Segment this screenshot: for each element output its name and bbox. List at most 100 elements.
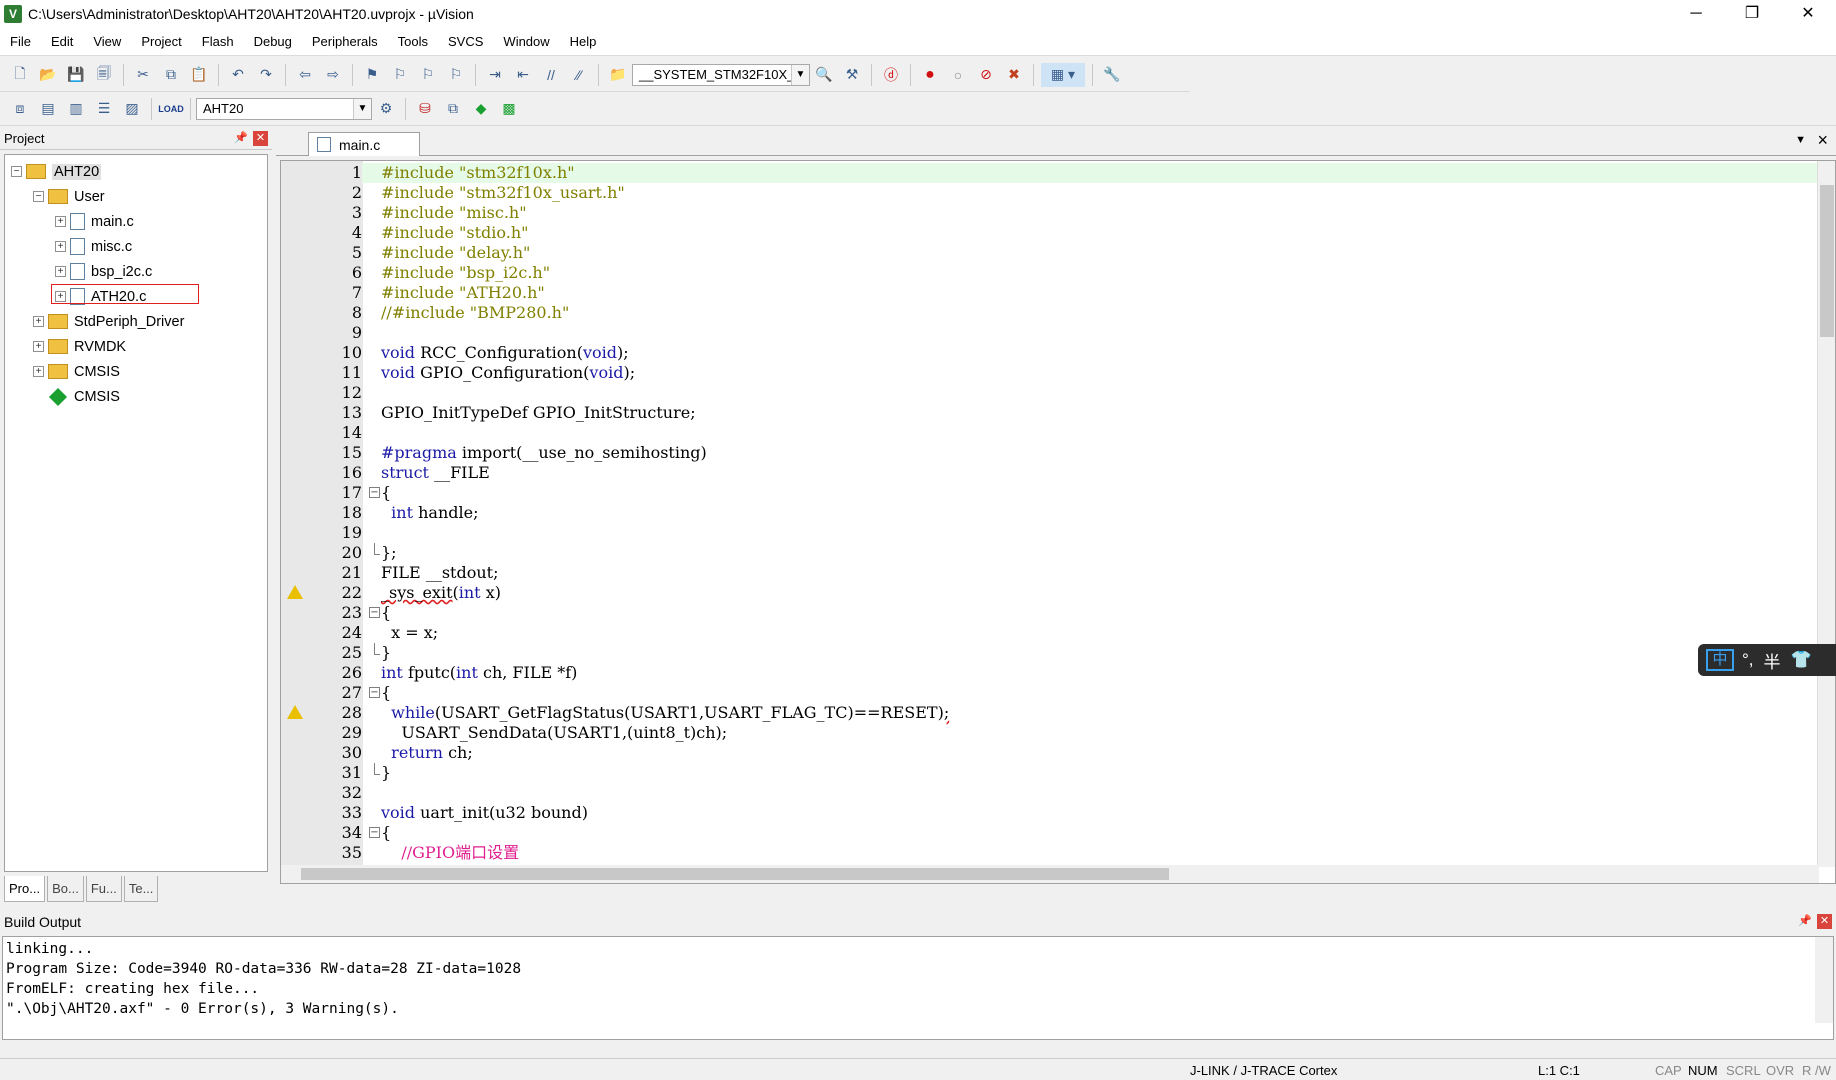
- ime-punctuation[interactable]: °,: [1742, 650, 1754, 670]
- code-line[interactable]: 31}: [281, 763, 1817, 783]
- download-icon[interactable]: LOAD: [158, 97, 184, 121]
- collapse-icon[interactable]: −: [33, 191, 44, 202]
- horizontal-scrollbar[interactable]: [281, 865, 1819, 883]
- menu-tools[interactable]: Tools: [388, 34, 438, 49]
- find-icon[interactable]: 🔍: [812, 63, 836, 87]
- bookmark-next-icon[interactable]: ⚐: [416, 63, 440, 87]
- code-line[interactable]: 22 _sys_exit(int x): [281, 583, 1817, 603]
- warning-icon[interactable]: [287, 585, 303, 599]
- bookmark-toggle-icon[interactable]: ⚑: [360, 63, 384, 87]
- configure-icon[interactable]: 🔧: [1100, 63, 1124, 87]
- close-tab-icon[interactable]: ×: [1817, 130, 1828, 151]
- code-line[interactable]: 34−{: [281, 823, 1817, 843]
- enable-breakpoint-icon[interactable]: ○: [946, 63, 970, 87]
- tree-node-cmsis-folder[interactable]: + CMSIS: [5, 359, 267, 384]
- bookmark-prev-icon[interactable]: ⚐: [388, 63, 412, 87]
- code-line[interactable]: 24 x = x;: [281, 623, 1817, 643]
- start-debug-icon[interactable]: ⓓ: [879, 63, 903, 87]
- tree-node-user[interactable]: − User: [5, 184, 267, 209]
- menu-debug[interactable]: Debug: [244, 34, 302, 49]
- redo-icon[interactable]: ↷: [254, 63, 278, 87]
- code-line[interactable]: 9: [281, 323, 1817, 343]
- ime-skin-icon[interactable]: 👕: [1791, 650, 1812, 670]
- uncomment-icon[interactable]: ⁄⁄: [567, 63, 591, 87]
- close-panel-icon[interactable]: ✕: [253, 131, 268, 146]
- collapse-icon[interactable]: −: [11, 166, 22, 177]
- copy-icon[interactable]: ⧉: [159, 63, 183, 87]
- tab-main-c[interactable]: main.c: [308, 132, 420, 156]
- paste-icon[interactable]: 📋: [187, 63, 211, 87]
- ime-toolbar[interactable]: 中 °, 半 👕: [1698, 644, 1836, 676]
- menu-peripherals[interactable]: Peripherals: [302, 34, 388, 49]
- cut-icon[interactable]: ✂: [131, 63, 155, 87]
- fold-toggle-icon[interactable]: −: [369, 607, 380, 618]
- tree-node-stdperiph[interactable]: + StdPeriph_Driver: [5, 309, 267, 334]
- menu-project[interactable]: Project: [131, 34, 191, 49]
- pin-icon[interactable]: 📌: [1798, 914, 1812, 927]
- expand-icon[interactable]: +: [33, 341, 44, 352]
- tab-books[interactable]: Bo...: [47, 876, 84, 902]
- code-line[interactable]: 29 USART_SendData(USART1,(uint8_t)ch);: [281, 723, 1817, 743]
- fold-toggle-icon[interactable]: −: [369, 827, 380, 838]
- bookmark-clear-icon[interactable]: ⚐: [444, 63, 468, 87]
- expand-icon[interactable]: +: [55, 241, 66, 252]
- chevron-down-icon[interactable]: ▼: [353, 98, 371, 119]
- fold-toggle-icon[interactable]: −: [369, 487, 380, 498]
- disable-all-breakpoints-icon[interactable]: ⊘: [974, 63, 998, 87]
- expand-icon[interactable]: +: [33, 316, 44, 327]
- menu-file[interactable]: File: [0, 34, 41, 49]
- manage-runtime-icon[interactable]: ◆: [469, 97, 493, 121]
- insert-breakpoint-icon[interactable]: ●: [918, 63, 942, 87]
- tree-node-bsp-i2c-c[interactable]: + bsp_i2c.c: [5, 259, 267, 284]
- code-line[interactable]: 7 #include "ATH20.h": [281, 283, 1817, 303]
- tree-node-ath20-c[interactable]: + ATH20.c: [5, 284, 267, 309]
- code-line[interactable]: 19: [281, 523, 1817, 543]
- chevron-down-icon[interactable]: ▼: [791, 64, 809, 85]
- vertical-scrollbar[interactable]: [1817, 161, 1835, 867]
- menu-edit[interactable]: Edit: [41, 34, 83, 49]
- code-line[interactable]: 3 #include "misc.h": [281, 203, 1817, 223]
- code-line[interactable]: 20};: [281, 543, 1817, 563]
- code-line[interactable]: 27−{: [281, 683, 1817, 703]
- menu-view[interactable]: View: [83, 34, 131, 49]
- find-in-files-icon[interactable]: 📁: [606, 63, 630, 87]
- stop-build-icon[interactable]: ▨: [120, 97, 144, 121]
- menu-flash[interactable]: Flash: [192, 34, 244, 49]
- warning-icon[interactable]: [287, 705, 303, 719]
- navigate-forward-icon[interactable]: ⇨: [321, 63, 345, 87]
- rebuild-icon[interactable]: ▥: [64, 97, 88, 121]
- code-line[interactable]: 11 void GPIO_Configuration(void);: [281, 363, 1817, 383]
- expand-icon[interactable]: +: [33, 366, 44, 377]
- close-panel-icon[interactable]: ✕: [1817, 914, 1832, 929]
- vertical-scrollbar[interactable]: [1815, 937, 1833, 1023]
- code-line[interactable]: 23−{: [281, 603, 1817, 623]
- pack-installer-icon[interactable]: ▩: [497, 97, 521, 121]
- ime-width[interactable]: 半: [1764, 648, 1781, 673]
- target-options-icon[interactable]: ⚙: [374, 97, 398, 121]
- tab-templates[interactable]: Te...: [123, 876, 159, 902]
- translate-icon[interactable]: ⧈: [8, 97, 32, 121]
- save-all-icon[interactable]: 🗐: [92, 63, 116, 87]
- select-packs-icon[interactable]: ⧉: [441, 97, 465, 121]
- fold-toggle-icon[interactable]: −: [369, 687, 380, 698]
- code-line[interactable]: 2 #include "stm32f10x_usart.h": [281, 183, 1817, 203]
- code-line[interactable]: 21 FILE __stdout;: [281, 563, 1817, 583]
- ime-language[interactable]: 中: [1706, 649, 1734, 671]
- save-icon[interactable]: 💾: [64, 63, 88, 87]
- code-line[interactable]: 6 #include "bsp_i2c.h": [281, 263, 1817, 283]
- unindent-icon[interactable]: ⇤: [511, 63, 535, 87]
- scroll-thumb[interactable]: [1820, 185, 1834, 337]
- code-line[interactable]: 25}: [281, 643, 1817, 663]
- minimize-button[interactable]: ─: [1668, 0, 1724, 28]
- restore-button[interactable]: ❐: [1724, 0, 1780, 28]
- code-line[interactable]: 15 #pragma import(__use_no_semihosting): [281, 443, 1817, 463]
- tab-project[interactable]: Pro...: [4, 876, 46, 902]
- menu-window[interactable]: Window: [493, 34, 559, 49]
- manage-project-items-icon[interactable]: ⛁: [413, 97, 437, 121]
- menu-help[interactable]: Help: [560, 34, 607, 49]
- code-line[interactable]: 12: [281, 383, 1817, 403]
- code-line[interactable]: 4 #include "stdio.h": [281, 223, 1817, 243]
- code-line[interactable]: 1 #include "stm32f10x.h": [281, 163, 1817, 183]
- device-define-combo[interactable]: __SYSTEM_STM32F10X_H ▼: [632, 63, 810, 86]
- tree-node-main-c[interactable]: + main.c: [5, 209, 267, 234]
